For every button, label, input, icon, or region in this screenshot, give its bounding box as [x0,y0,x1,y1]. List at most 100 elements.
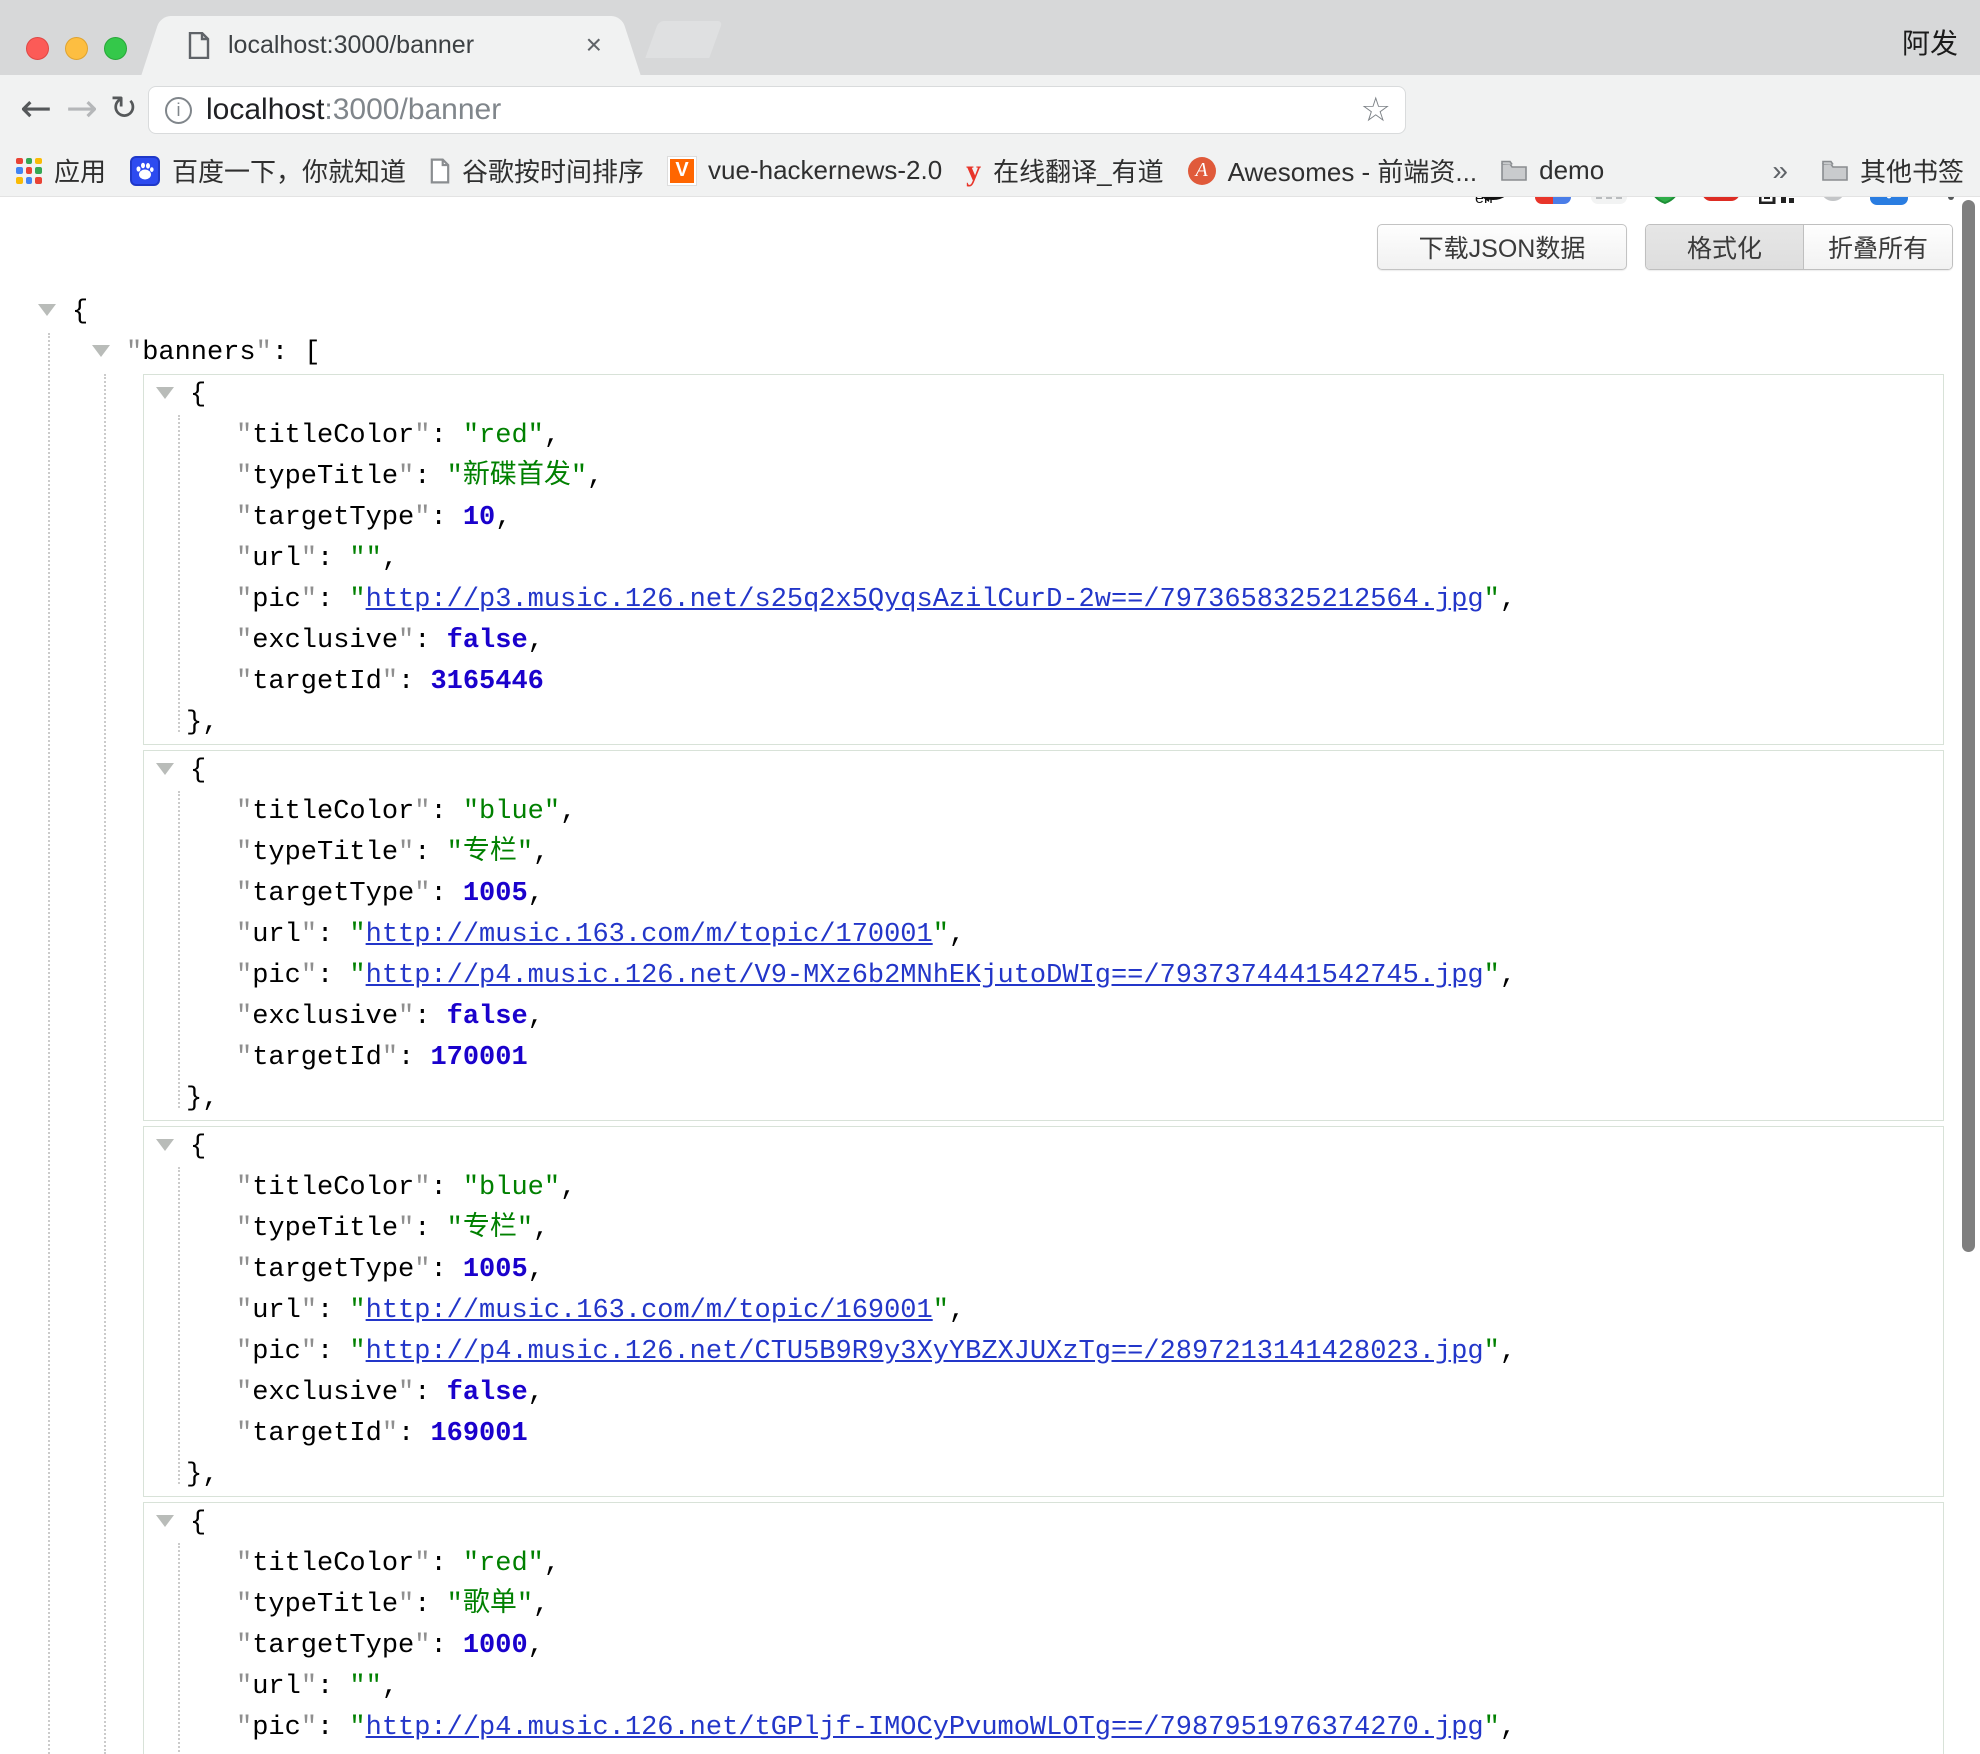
json-field-targetId: "targetId": 169001 [144,1414,1943,1455]
object-open-line: { [144,751,1943,792]
folder-icon [1501,160,1527,181]
site-info-icon[interactable]: i [165,97,192,124]
json-field-targetType: "targetType": 1005, [144,1250,1943,1291]
json-viewer: { "banners": [ {"titleColor": "red","typ… [0,292,1980,1754]
json-field-titleColor: "titleColor": "blue", [144,1168,1943,1209]
indent-guide [178,415,180,732]
json-banners-line: "banners": [ [0,333,1980,374]
object-close-line: }, [144,1079,1943,1120]
collapse-all-button[interactable]: 折叠所有 [1804,225,1952,269]
bookmark-demo-folder[interactable]: demo [1501,155,1604,186]
object-open-line: { [144,1503,1943,1544]
indent-guide [48,333,50,1754]
banner-object-1: {"titleColor": "blue","typeTitle": "专栏",… [143,750,1944,1121]
json-field-url: "url": "", [144,539,1943,580]
window-close-button[interactable] [26,37,49,60]
indent-guide [178,1543,180,1754]
bookmark-baidu[interactable]: 百度一下，你就知道 [130,152,406,189]
json-link-value[interactable]: http://p4.music.126.net/V9-MXz6b2MNhEKju… [366,961,1484,991]
bookmark-youdao[interactable]: y 在线翻译_有道 [966,152,1163,189]
object-open-line: { [144,1127,1943,1168]
object-close-line: }, [144,703,1943,744]
tab-strip: localhost:3000/banner × 阿发 [0,0,1980,75]
address-bar[interactable]: i localhost:3000/banner ☆ [148,86,1406,134]
window-zoom-button[interactable] [104,37,127,60]
page-scrollbar[interactable] [1962,200,1975,1252]
json-field-pic: "pic": "http://p4.music.126.net/tGPljf-I… [144,1708,1943,1749]
json-field-targetType: "targetType": 1005, [144,874,1943,915]
awesomes-icon: A [1188,157,1216,185]
collapse-triangle-icon[interactable] [156,763,174,775]
browser-tab[interactable]: localhost:3000/banner × [166,16,616,75]
format-button[interactable]: 格式化 [1646,225,1804,269]
json-field-pic: "pic": "http://p4.music.126.net/CTU5B9R9… [144,1332,1943,1373]
json-field-targetType: "targetType": 1000, [144,1626,1943,1667]
json-field-typeTitle: "typeTitle": "新碟首发", [144,457,1943,498]
apps-grid-icon [16,158,42,184]
tab-title: localhost:3000/banner [228,16,474,75]
json-link-value[interactable]: http://p4.music.126.net/CTU5B9R9y3XyYBZX… [366,1337,1484,1367]
json-field-titleColor: "titleColor": "red", [144,416,1943,457]
json-field-titleColor: "titleColor": "red", [144,1544,1943,1585]
profile-name[interactable]: 阿发 [1902,22,1958,62]
indent-guide [178,1167,180,1484]
page-favicon-icon [188,32,210,59]
download-json-button[interactable]: 下载JSON数据 [1377,224,1627,270]
json-field-exclusive: "exclusive": false, [144,1373,1943,1414]
json-field-exclusive: "exclusive": false, [144,997,1943,1038]
json-field-pic: "pic": "http://p4.music.126.net/V9-MXz6b… [144,956,1943,997]
json-field-url: "url": "http://music.163.com/m/topic/169… [144,1291,1943,1332]
collapse-triangle-icon[interactable] [92,345,110,357]
reload-icon[interactable]: ↻ [110,75,138,145]
browser-toolbar: ← → ↻ i localhost:3000/banner ☆ V 英 en F… [0,75,1980,145]
json-link-value[interactable]: http://music.163.com/m/topic/170001 [366,920,933,950]
json-link-value[interactable]: http://p4.music.126.net/tGPljf-IMOCyPvum… [366,1713,1484,1743]
url-text[interactable]: localhost:3000/banner [206,93,501,127]
bookmark-vue-hackernews[interactable]: V vue-hackernews-2.0 [668,155,942,186]
youdao-icon: y [966,154,981,188]
json-field-typeTitle: "typeTitle": "专栏", [144,833,1943,874]
json-field-url: "url": "", [144,1667,1943,1708]
json-link-value[interactable]: http://music.163.com/m/topic/169001 [366,1296,933,1326]
bookmark-apps[interactable]: 应用 [16,152,106,189]
json-field-targetId: "targetId": 3165446 [144,662,1943,703]
url-path: :3000/banner [324,93,501,126]
json-field-exclusive: "exclusive": false, [144,621,1943,662]
collapse-triangle-icon[interactable] [156,387,174,399]
baidu-paw-icon [130,156,160,186]
collapse-triangle-icon[interactable] [156,1515,174,1527]
view-mode-group: 格式化 折叠所有 [1645,224,1953,270]
indent-guide [178,791,180,1108]
json-root-line: { [0,292,1980,333]
back-icon[interactable]: ← [20,75,52,145]
json-link-value[interactable]: http://p3.music.126.net/s25q2x5QyqsAzilC… [366,585,1484,615]
bookmarks-bar: 应用 百度一下，你就知道 谷歌按时间排序 V vue-hackernews-2.… [0,145,1980,197]
object-close-line: }, [144,1455,1943,1496]
banner-object-3: {"titleColor": "red","typeTitle": "歌单","… [143,1502,1944,1754]
object-open-line: { [144,375,1943,416]
folder-icon [1822,160,1848,181]
json-field-typeTitle: "typeTitle": "专栏", [144,1209,1943,1250]
tab-close-icon[interactable]: × [586,16,602,73]
bookmark-google-sort[interactable]: 谷歌按时间排序 [430,152,644,189]
bookmark-awesomes[interactable]: A Awesomes - 前端资... [1188,152,1477,189]
banner-object-0: {"titleColor": "red","typeTitle": "新碟首发"… [143,374,1944,745]
page-icon [430,158,450,184]
json-field-targetId: "targetId": 170001 [144,1038,1943,1079]
vue-icon: V [668,157,696,185]
json-field-pic: "pic": "http://p3.music.126.net/s25q2x5Q… [144,580,1943,621]
forward-icon[interactable]: → [66,75,98,145]
bookmarks-overflow-icon[interactable]: » [1772,155,1788,187]
json-field-typeTitle: "typeTitle": "歌单", [144,1585,1943,1626]
window-minimize-button[interactable] [65,37,88,60]
bookmark-star-icon[interactable]: ☆ [1361,90,1391,130]
other-bookmarks-folder[interactable]: 其他书签 [1822,152,1964,189]
collapse-triangle-icon[interactable] [156,1139,174,1151]
new-tab-button[interactable] [645,21,722,58]
json-field-url: "url": "http://music.163.com/m/topic/170… [144,915,1943,956]
collapse-triangle-icon[interactable] [38,304,56,316]
url-host: localhost [206,93,324,126]
json-field-targetType: "targetType": 10, [144,498,1943,539]
json-field-exclusive: "exclusive": false, [144,1749,1943,1754]
indent-guide [104,374,106,1754]
